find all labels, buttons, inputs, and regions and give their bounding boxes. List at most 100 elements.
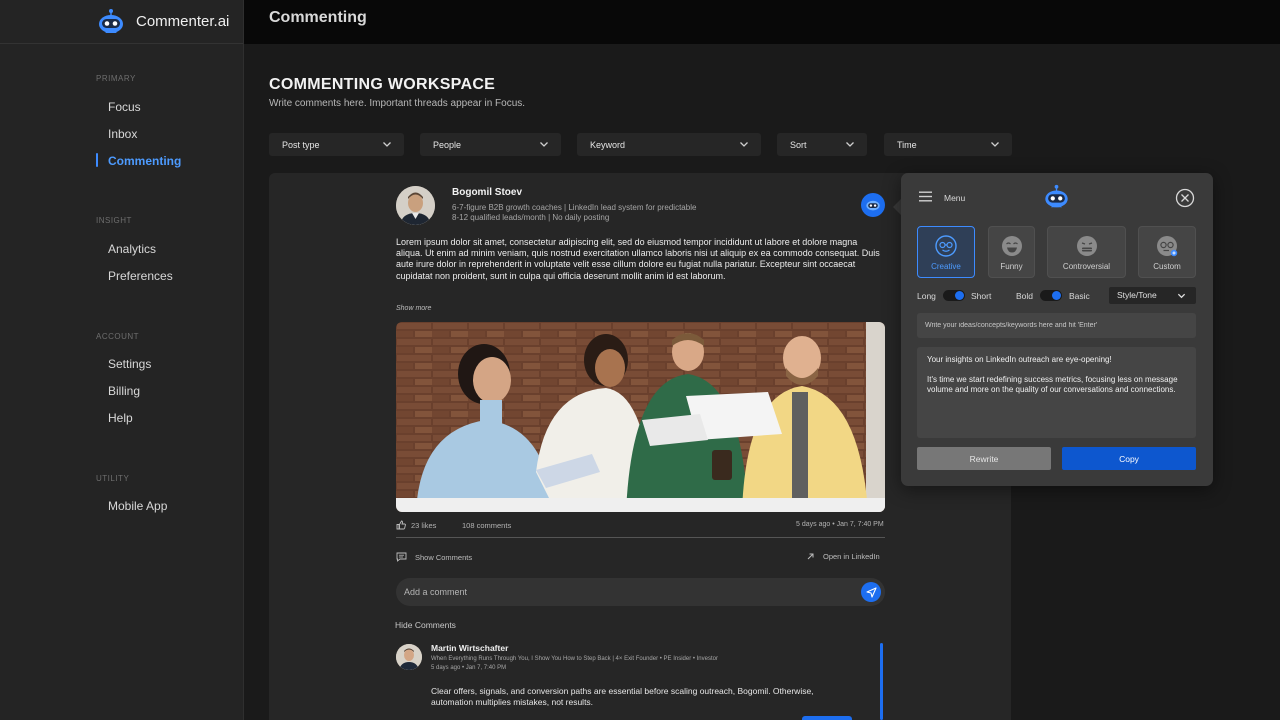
- robot-icon: [866, 200, 880, 211]
- rewrite-button[interactable]: Rewrite: [917, 447, 1051, 470]
- comments-count[interactable]: 108 comments: [462, 521, 511, 530]
- output-paragraph: It's time we start redefining success me…: [927, 375, 1178, 394]
- chevron-down-icon: [383, 142, 391, 147]
- chevron-down-icon: [846, 142, 854, 147]
- hide-comments-link[interactable]: Hide Comments: [395, 620, 456, 630]
- comment-body: Clear offers, signals, and conversion pa…: [431, 686, 814, 707]
- comment-input[interactable]: [404, 584, 844, 600]
- sidebar-item-settings[interactable]: Settings: [108, 357, 151, 371]
- comment-icon: [396, 552, 407, 562]
- filter-keyword[interactable]: Keyword: [577, 133, 761, 156]
- copy-button[interactable]: Copy: [1062, 447, 1196, 470]
- toggle-knob: [1052, 291, 1061, 300]
- section-label-insight: INSIGHT: [96, 216, 132, 225]
- filter-label: Post type: [282, 139, 320, 150]
- grimace-face-icon: [1076, 236, 1097, 256]
- filter-post-type[interactable]: Post type: [269, 133, 404, 156]
- output-paragraph: Your insights on LinkedIn outreach are e…: [927, 355, 1112, 364]
- tone-label: Controversial: [1062, 262, 1111, 271]
- filter-time[interactable]: Time: [884, 133, 1012, 156]
- post-author-name[interactable]: Bogomil Stoev: [452, 187, 522, 198]
- divider: [396, 537, 885, 538]
- tone-label: Funny: [1000, 262, 1023, 271]
- tone-label: Creative: [931, 262, 961, 271]
- generated-comment-output[interactable]: Your insights on LinkedIn outreach are e…: [917, 347, 1196, 438]
- length-toggle[interactable]: [943, 290, 965, 301]
- open-in-linkedin-link[interactable]: Open in LinkedIn: [806, 552, 880, 561]
- tone-controversial[interactable]: Controversial: [1047, 226, 1126, 278]
- length-short-label: Short: [971, 291, 992, 301]
- brand-name: Commenter.ai: [136, 13, 230, 30]
- laughing-face-icon: [1001, 236, 1022, 256]
- show-comments-button[interactable]: Show Comments: [396, 552, 472, 562]
- sidebar-item-commenting[interactable]: Commenting: [108, 154, 181, 168]
- comment-action-button[interactable]: [802, 716, 852, 720]
- sidebar: Commenter.ai PRIMARY Focus Inbox Comment…: [0, 0, 244, 720]
- send-icon: [865, 586, 877, 598]
- author-avatar[interactable]: [396, 186, 435, 225]
- post-image[interactable]: [396, 322, 885, 512]
- tone-custom[interactable]: Custom: [1138, 226, 1196, 278]
- commenter-avatar-image: [396, 644, 422, 670]
- comment-author-headline: When Everything Runs Through You, I Show…: [431, 656, 718, 662]
- tone-funny[interactable]: Funny: [988, 226, 1035, 278]
- thumbs-up-icon[interactable]: [396, 520, 406, 530]
- style-bold-label: Bold: [1016, 291, 1034, 301]
- comment-box: [396, 578, 885, 606]
- robot-logo-icon: [1045, 184, 1068, 208]
- comment-author-name[interactable]: Martin Wirtschafter: [431, 643, 508, 653]
- open-in-linkedin-label: Open in LinkedIn: [823, 552, 880, 561]
- style-tone-label: Style/Tone: [1117, 290, 1157, 300]
- toggle-knob: [955, 291, 964, 300]
- chevron-down-icon: [991, 142, 999, 147]
- team-photo-illustration: [396, 322, 885, 512]
- length-long-label: Long: [917, 291, 936, 301]
- style-tone-select[interactable]: Style/Tone: [1109, 287, 1196, 304]
- workspace-subtitle: Write comments here. Important threads a…: [269, 98, 526, 109]
- active-indicator: [96, 153, 98, 167]
- creative-face-icon: [935, 235, 957, 257]
- custom-face-icon: [1157, 236, 1178, 257]
- hamburger-menu-icon[interactable]: [919, 191, 932, 202]
- app-root: Commenter.ai PRIMARY Focus Inbox Comment…: [0, 0, 1280, 720]
- sidebar-item-inbox[interactable]: Inbox: [108, 127, 137, 141]
- brand[interactable]: Commenter.ai: [0, 0, 243, 44]
- filter-label: People: [433, 139, 462, 150]
- commenter-avatar[interactable]: [396, 644, 422, 670]
- filter-sort[interactable]: Sort: [777, 133, 867, 156]
- sidebar-item-preferences[interactable]: Preferences: [108, 269, 173, 283]
- chevron-down-icon: [540, 142, 548, 147]
- chevron-down-icon: [740, 142, 748, 147]
- sidebar-item-mobile-app[interactable]: Mobile App: [108, 499, 167, 513]
- chevron-down-icon: [1177, 293, 1186, 299]
- workspace-title: COMMENTING WORKSPACE: [269, 76, 496, 93]
- tone-creative[interactable]: Creative: [917, 226, 975, 278]
- page-title: Commenting: [269, 9, 367, 26]
- close-icon[interactable]: [1175, 188, 1195, 208]
- filter-people[interactable]: People: [420, 133, 561, 156]
- send-comment-button[interactable]: [861, 582, 881, 602]
- show-more-link[interactable]: Show more: [396, 305, 431, 312]
- style-basic-label: Basic: [1069, 291, 1090, 301]
- sidebar-item-billing[interactable]: Billing: [108, 384, 140, 398]
- menu-label[interactable]: Menu: [944, 193, 965, 203]
- topbar: Commenting: [244, 0, 1280, 44]
- post-timestamp: 5 days ago • Jan 7, 7:40 PM: [796, 521, 884, 528]
- sidebar-item-analytics[interactable]: Analytics: [108, 242, 156, 256]
- comments-scrollbar[interactable]: [880, 643, 883, 720]
- show-comments-label: Show Comments: [415, 552, 473, 562]
- author-avatar-image: [396, 186, 435, 225]
- filter-label: Keyword: [590, 139, 626, 150]
- commenter-ai-button[interactable]: [861, 193, 885, 217]
- section-label-utility: UTILITY: [96, 474, 130, 483]
- comment-timestamp: 5 days ago • Jan 7, 7:40 PM: [431, 665, 507, 671]
- ideas-input[interactable]: [917, 313, 1196, 338]
- filter-label: Time: [897, 139, 917, 150]
- sidebar-item-focus[interactable]: Focus: [108, 100, 141, 114]
- sidebar-item-help[interactable]: Help: [108, 411, 133, 425]
- post-body: Lorem ipsum dolor sit amet, consectetur …: [396, 237, 880, 281]
- post-author-headline: 6-7-figure B2B growth coaches | LinkedIn…: [452, 203, 697, 222]
- section-label-account: ACCOUNT: [96, 332, 140, 341]
- likes-count[interactable]: 23 likes: [411, 521, 436, 530]
- style-toggle[interactable]: [1040, 290, 1062, 301]
